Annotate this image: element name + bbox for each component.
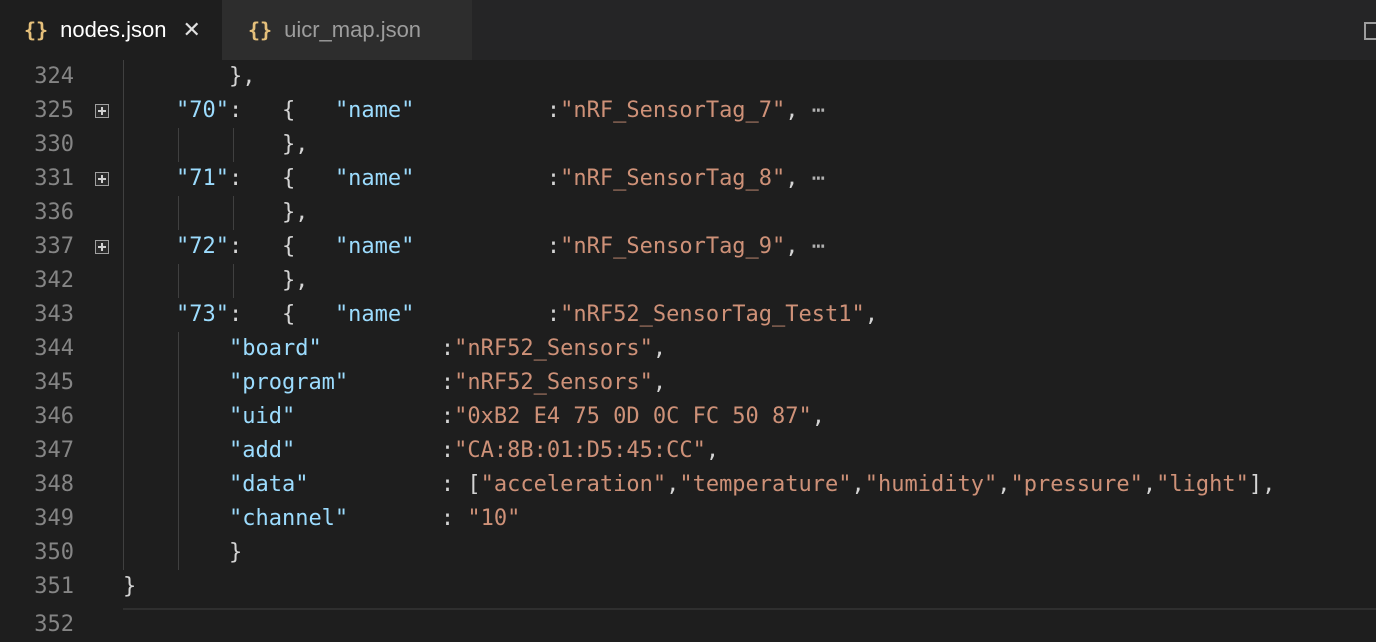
code-line[interactable]: 331 "71": { "name" :"nRF_SensorTag_8", ⋯ [0, 162, 1376, 196]
folded-ellipsis[interactable]: ⋯ [799, 234, 825, 259]
code-line[interactable]: 324 }, [0, 60, 1376, 94]
line-number: 346 [34, 404, 74, 429]
line-number: 342 [34, 268, 74, 293]
code-line[interactable]: 343 "73": { "name" :"nRF52_SensorTag_Tes… [0, 298, 1376, 332]
fold-expand-icon[interactable] [95, 240, 109, 254]
code-text: "72": { "name" :"nRF_SensorTag_9", ⋯ [175, 234, 826, 259]
code-text: }, [123, 64, 256, 89]
code-line[interactable]: 347 "add" :"CA:8B:01:D5:45:CC", [0, 434, 1376, 468]
code-text: "data" : ["acceleration","temperature","… [228, 472, 1276, 497]
tab-nodes-json[interactable]: {} nodes.json ✕ [0, 0, 222, 60]
code-text: "board" :"nRF52_Sensors", [228, 336, 667, 361]
json-file-icon: {} [248, 18, 273, 42]
code-text: }, [123, 200, 309, 225]
line-number: 345 [34, 370, 74, 395]
code-text: } [123, 574, 137, 599]
fold-expand-icon[interactable] [95, 172, 109, 186]
code-text: }, [123, 268, 309, 293]
code-text: "channel" : "10" [228, 506, 521, 531]
tab-uicr-map-json[interactable]: {} uicr_map.json [222, 0, 472, 60]
code-line[interactable]: 346 "uid" :"0xB2 E4 75 0D 0C FC 50 87", [0, 400, 1376, 434]
line-number: 351 [34, 574, 74, 599]
code-line[interactable]: 352 [0, 608, 1376, 642]
code-line[interactable]: 345 "program" :"nRF52_Sensors", [0, 366, 1376, 400]
line-number: 336 [34, 200, 74, 225]
line-number: 349 [34, 506, 74, 531]
code-text: "73": { "name" :"nRF52_SensorTag_Test1", [175, 302, 879, 327]
folded-ellipsis[interactable]: ⋯ [799, 98, 825, 123]
split-editor-icon[interactable] [1364, 22, 1376, 40]
code-text: }, [123, 132, 309, 157]
code-line[interactable]: 330 }, [0, 128, 1376, 162]
line-number: 348 [34, 472, 74, 497]
code-line[interactable]: 342 }, [0, 264, 1376, 298]
folded-ellipsis[interactable]: ⋯ [799, 166, 825, 191]
code-text: "71": { "name" :"nRF_SensorTag_8", ⋯ [175, 166, 826, 191]
line-number: 324 [34, 64, 74, 89]
code-line[interactable]: 351} [0, 570, 1376, 604]
code-text: "add" :"CA:8B:01:D5:45:CC", [228, 438, 720, 463]
line-number: 344 [34, 336, 74, 361]
code-line[interactable]: 325 "70": { "name" :"nRF_SensorTag_7", ⋯ [0, 94, 1376, 128]
line-number: 350 [34, 540, 74, 565]
tab-bar: {} nodes.json ✕ {} uicr_map.json [0, 0, 1376, 60]
code-line[interactable]: 344 "board" :"nRF52_Sensors", [0, 332, 1376, 366]
line-number: 352 [34, 612, 74, 637]
code-text: "program" :"nRF52_Sensors", [228, 370, 667, 395]
tab-label: uicr_map.json [284, 17, 422, 42]
code-line[interactable]: 336 }, [0, 196, 1376, 230]
code-line[interactable]: 350 } [0, 536, 1376, 570]
code-line[interactable]: 348 "data" : ["acceleration","temperatur… [0, 468, 1376, 502]
code-text: "70": { "name" :"nRF_SensorTag_7", ⋯ [175, 98, 826, 123]
code-editor[interactable]: 324 }, 325 "70": { "name" :"nRF_SensorTag… [0, 60, 1376, 637]
line-number: 325 [34, 98, 74, 123]
tab-label: nodes.json [60, 17, 167, 42]
code-text: "uid" :"0xB2 E4 75 0D 0C FC 50 87", [228, 404, 826, 429]
code-line[interactable]: 349 "channel" : "10" [0, 502, 1376, 536]
code-line[interactable]: 337 "72": { "name" :"nRF_SensorTag_9", ⋯ [0, 230, 1376, 264]
line-number: 337 [34, 234, 74, 259]
line-number: 347 [34, 438, 74, 463]
line-number: 331 [34, 166, 74, 191]
fold-expand-icon[interactable] [95, 104, 109, 118]
line-number: 330 [34, 132, 74, 157]
close-icon[interactable]: ✕ [183, 18, 201, 43]
json-file-icon: {} [24, 18, 49, 42]
code-text: } [123, 540, 243, 565]
line-number: 343 [34, 302, 74, 327]
